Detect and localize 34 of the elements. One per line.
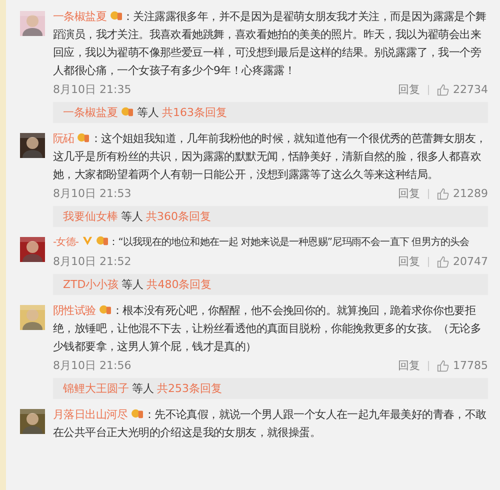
comment-text: 阮砳 ：这个姐姐我知道，几年前我粉他的时候，就知道他有一个很优秀的芭蕾舞女朋友，这几乎是所有粉丝的共识，因为露露的默默无闻，恬静美好，清新自然的脸，很多人都喜欢她，大家都盼望着两个人有朝一日能公开，没想到露露等了这么久等来这种结局。 xyxy=(53,131,488,183)
username-link[interactable]: 阮砳 xyxy=(53,132,74,145)
reply-count-link[interactable]: 共253条回复 xyxy=(157,382,222,395)
reply-count-link[interactable]: 共163条回复 xyxy=(162,106,227,119)
like-button[interactable]: 22734 xyxy=(437,83,488,96)
username-link[interactable]: 阴性试验 xyxy=(53,304,96,317)
reply-count-link[interactable]: 共360条回复 xyxy=(146,210,211,223)
reply-link[interactable]: 回复 xyxy=(398,254,420,269)
replier-link[interactable]: 锦鲤大王圆子 xyxy=(63,382,129,395)
reply-link[interactable]: 回复 xyxy=(398,186,420,201)
reply-count-link[interactable]: 共480条回复 xyxy=(146,278,212,291)
timestamp: 8月10日 21:53 xyxy=(53,186,132,201)
like-button[interactable]: 20747 xyxy=(437,255,488,268)
username-link[interactable]: -女德- xyxy=(53,237,79,248)
replier-link[interactable]: 一条椒盐夏 xyxy=(63,106,118,119)
others-label: 等人 xyxy=(121,210,143,223)
comment-text: 一条椒盐夏 ：关注露露很多年，并不是因为是翟萌女朋友我才关注，而是因为露露是个舞蹈演员，我才关注。我喜欢看她跳舞，喜欢看她拍的美美的照片。昨天，我以为翟萌会出来回应，我以为翟萌不像那些爱豆一样，可没想到最后是这样的结果。别说露露了，我一个旁人都很心痛，一个女孩子有多少个9年！心疼露露！ xyxy=(53,9,488,79)
timestamp: 8月10日 21:35 xyxy=(53,82,132,97)
timestamp: 8月10日 21:52 xyxy=(53,254,132,269)
comment-text: 月落日出山河尽 ：先不论真假，就说一个男人跟一个女人在一起九年最美好的青春，不敢在公共平台正大光明的介绍这是我的女朋友，就很操蛋。 xyxy=(53,407,488,441)
others-label: 等人 xyxy=(137,106,159,119)
like-button[interactable]: 21289 xyxy=(437,187,488,200)
username-link[interactable]: 一条椒盐夏 xyxy=(53,10,107,23)
username-link[interactable]: 月落日出山河尽 xyxy=(53,408,128,421)
comment-text: 阴性试验 ：根本没有死心吧，你醒醒，他不会挽回你的。就算挽回，跪着求你你也要拒绝，放锤吧，让他混不下去，让粉丝看透他的真面目脱粉，你能挽救更多的女孩。（无论多少钱都要拿，这男人算个屁，钱才是真的） xyxy=(53,303,482,355)
timestamp: 8月10日 21:56 xyxy=(53,358,132,373)
replier-link[interactable]: ZTD小小孩 xyxy=(63,278,119,291)
reply-link[interactable]: 回复 xyxy=(398,82,420,97)
comment-text: -女德- ：“以我现在的地位和她在一起 对她来说是一种恩赐”尼玛雨不会一直下 但男方的头会 xyxy=(53,234,470,250)
replier-link[interactable]: 我要仙女棒 xyxy=(63,210,118,223)
like-button[interactable]: 17785 xyxy=(437,359,488,372)
reply-link[interactable]: 回复 xyxy=(398,358,420,373)
others-label: 等人 xyxy=(122,278,144,291)
others-label: 等人 xyxy=(132,382,154,395)
